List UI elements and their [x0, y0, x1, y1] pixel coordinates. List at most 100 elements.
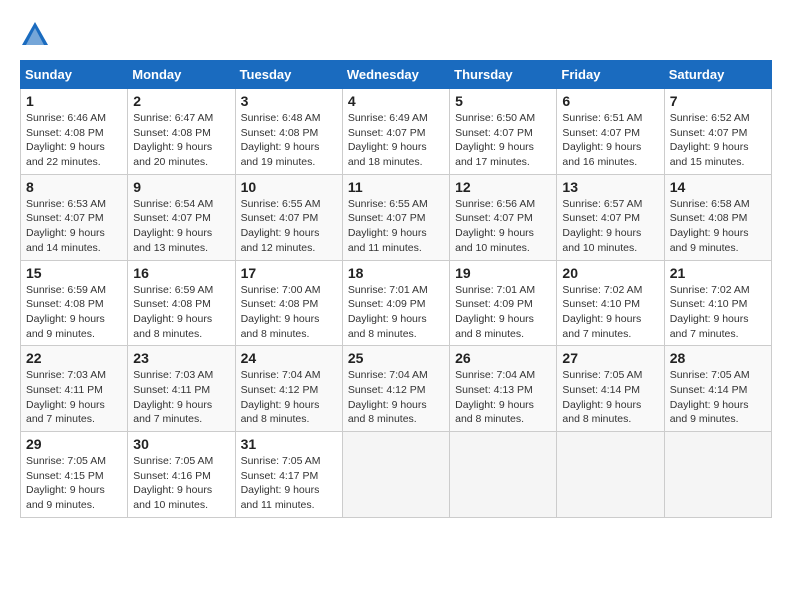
- calendar-cell: 12 Sunrise: 6:56 AMSunset: 4:07 PMDayligh…: [450, 174, 557, 260]
- header-sunday: Sunday: [21, 61, 128, 89]
- day-number: 16: [133, 265, 229, 281]
- day-info: Sunrise: 7:02 AMSunset: 4:10 PMDaylight:…: [562, 283, 658, 342]
- header-row: SundayMondayTuesdayWednesdayThursdayFrid…: [21, 61, 772, 89]
- calendar-header: SundayMondayTuesdayWednesdayThursdayFrid…: [21, 61, 772, 89]
- calendar-cell: 10 Sunrise: 6:55 AMSunset: 4:07 PMDayligh…: [235, 174, 342, 260]
- calendar-week-2: 8 Sunrise: 6:53 AMSunset: 4:07 PMDaylight…: [21, 174, 772, 260]
- day-info: Sunrise: 6:48 AMSunset: 4:08 PMDaylight:…: [241, 111, 337, 170]
- calendar-cell: 19 Sunrise: 7:01 AMSunset: 4:09 PMDayligh…: [450, 260, 557, 346]
- day-info: Sunrise: 6:55 AMSunset: 4:07 PMDaylight:…: [348, 197, 444, 256]
- calendar-cell: 29 Sunrise: 7:05 AMSunset: 4:15 PMDayligh…: [21, 432, 128, 518]
- day-info: Sunrise: 7:01 AMSunset: 4:09 PMDaylight:…: [348, 283, 444, 342]
- day-number: 24: [241, 350, 337, 366]
- header-saturday: Saturday: [664, 61, 771, 89]
- calendar-cell: 9 Sunrise: 6:54 AMSunset: 4:07 PMDaylight…: [128, 174, 235, 260]
- day-info: Sunrise: 6:49 AMSunset: 4:07 PMDaylight:…: [348, 111, 444, 170]
- day-info: Sunrise: 7:05 AMSunset: 4:14 PMDaylight:…: [670, 368, 766, 427]
- day-number: 23: [133, 350, 229, 366]
- day-number: 5: [455, 93, 551, 109]
- calendar-cell: 20 Sunrise: 7:02 AMSunset: 4:10 PMDayligh…: [557, 260, 664, 346]
- day-number: 19: [455, 265, 551, 281]
- day-number: 8: [26, 179, 122, 195]
- calendar-cell: 22Sunrise: 7:03 AMSunset: 4:11 PMDayligh…: [21, 346, 128, 432]
- day-number: 9: [133, 179, 229, 195]
- page-header: [20, 20, 772, 50]
- calendar-table: SundayMondayTuesdayWednesdayThursdayFrid…: [20, 60, 772, 518]
- day-number: 13: [562, 179, 658, 195]
- day-number: 2: [133, 93, 229, 109]
- calendar-body: 1Sunrise: 6:46 AMSunset: 4:08 PMDaylight…: [21, 89, 772, 518]
- calendar-cell: 3 Sunrise: 6:48 AMSunset: 4:08 PMDaylight…: [235, 89, 342, 175]
- day-number: 28: [670, 350, 766, 366]
- calendar-cell: [664, 432, 771, 518]
- day-info: Sunrise: 6:52 AMSunset: 4:07 PMDaylight:…: [670, 111, 766, 170]
- calendar-cell: 13Sunrise: 6:57 AMSunset: 4:07 PMDayligh…: [557, 174, 664, 260]
- day-info: Sunrise: 6:50 AMSunset: 4:07 PMDaylight:…: [455, 111, 551, 170]
- day-number: 29: [26, 436, 122, 452]
- calendar-cell: 16 Sunrise: 6:59 AMSunset: 4:08 PMDayligh…: [128, 260, 235, 346]
- day-info: Sunrise: 7:01 AMSunset: 4:09 PMDaylight:…: [455, 283, 551, 342]
- day-number: 11: [348, 179, 444, 195]
- day-number: 21: [670, 265, 766, 281]
- day-info: Sunrise: 6:51 AMSunset: 4:07 PMDaylight:…: [562, 111, 658, 170]
- calendar-week-4: 22Sunrise: 7:03 AMSunset: 4:11 PMDayligh…: [21, 346, 772, 432]
- header-monday: Monday: [128, 61, 235, 89]
- day-info: Sunrise: 6:47 AMSunset: 4:08 PMDaylight:…: [133, 111, 229, 170]
- day-number: 10: [241, 179, 337, 195]
- calendar-cell: 23 Sunrise: 7:03 AMSunset: 4:11 PMDayligh…: [128, 346, 235, 432]
- day-info: Sunrise: 6:55 AMSunset: 4:07 PMDaylight:…: [241, 197, 337, 256]
- calendar-week-5: 29 Sunrise: 7:05 AMSunset: 4:15 PMDayligh…: [21, 432, 772, 518]
- calendar-cell: 30Sunrise: 7:05 AMSunset: 4:16 PMDayligh…: [128, 432, 235, 518]
- calendar-cell: 8 Sunrise: 6:53 AMSunset: 4:07 PMDaylight…: [21, 174, 128, 260]
- calendar-cell: 15 Sunrise: 6:59 AMSunset: 4:08 PMDayligh…: [21, 260, 128, 346]
- day-number: 1: [26, 93, 122, 109]
- day-info: Sunrise: 6:56 AMSunset: 4:07 PMDaylight:…: [455, 197, 551, 256]
- day-number: 14: [670, 179, 766, 195]
- day-number: 6: [562, 93, 658, 109]
- day-number: 30: [133, 436, 229, 452]
- calendar-cell: 28 Sunrise: 7:05 AMSunset: 4:14 PMDayligh…: [664, 346, 771, 432]
- day-number: 25: [348, 350, 444, 366]
- calendar-week-3: 15 Sunrise: 6:59 AMSunset: 4:08 PMDayligh…: [21, 260, 772, 346]
- day-info: Sunrise: 7:05 AMSunset: 4:15 PMDaylight:…: [26, 454, 122, 513]
- calendar-cell: 26 Sunrise: 7:04 AMSunset: 4:13 PMDayligh…: [450, 346, 557, 432]
- calendar-cell: [450, 432, 557, 518]
- day-number: 15: [26, 265, 122, 281]
- day-info: Sunrise: 6:59 AMSunset: 4:08 PMDaylight:…: [26, 283, 122, 342]
- calendar-cell: 4Sunrise: 6:49 AMSunset: 4:07 PMDaylight…: [342, 89, 449, 175]
- calendar-cell: 5 Sunrise: 6:50 AMSunset: 4:07 PMDaylight…: [450, 89, 557, 175]
- day-number: 20: [562, 265, 658, 281]
- calendar-cell: 17Sunrise: 7:00 AMSunset: 4:08 PMDayligh…: [235, 260, 342, 346]
- day-number: 18: [348, 265, 444, 281]
- calendar-cell: 24 Sunrise: 7:04 AMSunset: 4:12 PMDayligh…: [235, 346, 342, 432]
- calendar-cell: 27Sunrise: 7:05 AMSunset: 4:14 PMDayligh…: [557, 346, 664, 432]
- day-number: 26: [455, 350, 551, 366]
- day-info: Sunrise: 7:02 AMSunset: 4:10 PMDaylight:…: [670, 283, 766, 342]
- day-number: 17: [241, 265, 337, 281]
- day-info: Sunrise: 7:04 AMSunset: 4:12 PMDaylight:…: [348, 368, 444, 427]
- day-info: Sunrise: 6:53 AMSunset: 4:07 PMDaylight:…: [26, 197, 122, 256]
- calendar-cell: 18 Sunrise: 7:01 AMSunset: 4:09 PMDayligh…: [342, 260, 449, 346]
- day-info: Sunrise: 6:58 AMSunset: 4:08 PMDaylight:…: [670, 197, 766, 256]
- calendar-cell: [557, 432, 664, 518]
- day-info: Sunrise: 7:04 AMSunset: 4:13 PMDaylight:…: [455, 368, 551, 427]
- calendar-cell: 11 Sunrise: 6:55 AMSunset: 4:07 PMDayligh…: [342, 174, 449, 260]
- day-info: Sunrise: 7:04 AMSunset: 4:12 PMDaylight:…: [241, 368, 337, 427]
- calendar-cell: 21 Sunrise: 7:02 AMSunset: 4:10 PMDayligh…: [664, 260, 771, 346]
- header-tuesday: Tuesday: [235, 61, 342, 89]
- calendar-cell: 14 Sunrise: 6:58 AMSunset: 4:08 PMDayligh…: [664, 174, 771, 260]
- header-wednesday: Wednesday: [342, 61, 449, 89]
- day-number: 3: [241, 93, 337, 109]
- day-number: 27: [562, 350, 658, 366]
- calendar-week-1: 1Sunrise: 6:46 AMSunset: 4:08 PMDaylight…: [21, 89, 772, 175]
- day-number: 12: [455, 179, 551, 195]
- day-info: Sunrise: 7:03 AMSunset: 4:11 PMDaylight:…: [133, 368, 229, 427]
- calendar-cell: 25 Sunrise: 7:04 AMSunset: 4:12 PMDayligh…: [342, 346, 449, 432]
- day-info: Sunrise: 6:59 AMSunset: 4:08 PMDaylight:…: [133, 283, 229, 342]
- logo: [20, 20, 54, 50]
- day-number: 7: [670, 93, 766, 109]
- calendar-cell: 2 Sunrise: 6:47 AMSunset: 4:08 PMDaylight…: [128, 89, 235, 175]
- header-friday: Friday: [557, 61, 664, 89]
- day-info: Sunrise: 6:54 AMSunset: 4:07 PMDaylight:…: [133, 197, 229, 256]
- day-info: Sunrise: 7:03 AMSunset: 4:11 PMDaylight:…: [26, 368, 122, 427]
